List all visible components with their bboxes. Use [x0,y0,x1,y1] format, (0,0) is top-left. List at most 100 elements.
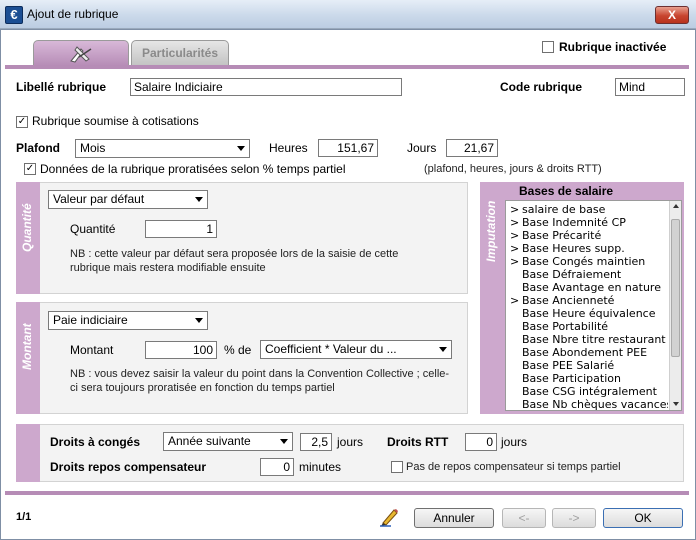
prorata-checkbox[interactable]: ✓ [24,163,36,175]
page-indicator: 1/1 [16,511,32,523]
jours-input[interactable]: 21,67 [446,139,498,157]
list-item[interactable]: > Base Ancienneté [506,294,668,307]
list-item-label: Base Défraiement [522,268,622,281]
repos-checkbox[interactable] [391,461,403,473]
repos-input[interactable]: 0 [260,458,294,476]
rtt-input[interactable]: 0 [465,433,497,451]
heures-input[interactable]: 151,67 [318,139,378,157]
list-scrollbar[interactable] [669,201,681,410]
list-item[interactable]: Base Défraiement [506,268,668,281]
pencil-icon[interactable] [378,505,400,527]
rtt-label: Droits RTT [387,435,449,449]
repos-unit: minutes [299,460,342,474]
list-item[interactable]: > salaire de base [506,203,668,216]
list-item[interactable]: Base Heure équivalence [506,307,668,320]
list-item-label: Base Nbre titre restaurant [522,333,666,346]
title-bar[interactable]: € Ajout de rubrique X [0,0,696,29]
cotisations-checkbox[interactable]: ✓ [16,116,28,128]
libelle-label: Libellé rubrique [16,80,107,94]
scroll-down-icon[interactable] [673,402,679,406]
expand-marker: > [510,229,520,242]
expand-marker: > [510,255,520,268]
montant-mode-value: Paie indiciaire [53,313,128,327]
jours-label: Jours [407,141,437,155]
general-tab-icon [70,46,92,63]
list-item-label: Base Avantage en nature [522,281,661,294]
plafond-value: Mois [80,141,106,155]
list-item-label: Base Abondement PEE [522,346,648,359]
app-icon: € [5,6,23,24]
imputation-sidebar: Imputation [480,182,504,414]
inactive-label: Rubrique inactivée [559,40,667,54]
quantite-note: NB : cette valeur par défaut sera propos… [70,248,399,274]
list-item[interactable]: Base Nbre titre restaurant [506,333,668,346]
libelle-input[interactable]: Salaire Indiciaire [130,78,402,96]
droits-sidebar [16,424,40,482]
repos-checkbox-label: Pas de repos compensateur si temps parti… [406,461,621,473]
heures-label: Heures [269,141,308,155]
montant-input[interactable]: 100 [145,341,217,359]
list-item-label: Base Nb chèques vacances [522,398,668,411]
prorata-hint: (plafond, heures, jours & droits RTT) [424,163,602,175]
list-item[interactable]: Base PEE Salarié [506,359,668,372]
code-input[interactable]: Mind [615,78,685,96]
scroll-thumb[interactable] [671,219,680,357]
pct-label: % de [224,343,252,357]
plafond-select[interactable]: Mois [75,139,250,158]
tab-underline [5,65,689,69]
footer-divider [5,491,689,495]
list-item-label: Base Ancienneté [522,294,615,307]
list-item[interactable]: > Base Indemnité CP [506,216,668,229]
list-item[interactable]: Base CSG intégralement [506,385,668,398]
repos-label: Droits repos compensateur [50,460,207,474]
previous-button[interactable]: <- [502,508,546,528]
montant-base-value: Coefficient * Valeur du ... [265,342,397,356]
quantite-input[interactable]: 1 [145,220,217,238]
list-item[interactable]: Base Portabilité [506,320,668,333]
list-item-label: Base Congés maintien [522,255,646,268]
chevron-down-icon [439,347,447,352]
list-item-label: salaire de base [522,203,606,216]
cotisations-label: Rubrique soumise à cotisations [32,114,199,128]
close-button[interactable]: X [655,6,689,24]
chevron-down-icon [195,197,203,202]
scroll-up-icon[interactable] [673,204,679,208]
conges-label: Droits à congés [50,435,141,449]
list-item-label: Base Portabilité [522,320,609,333]
quantite-mode-select[interactable]: Valeur par défaut [48,190,208,209]
list-item[interactable]: Base Nb chèques vacances [506,398,668,411]
bases-list[interactable]: > salaire de base > Base Indemnité CP > Base … [505,200,682,411]
list-item[interactable]: Base Participation [506,372,668,385]
montant-mode-select[interactable]: Paie indiciaire [48,311,208,330]
rtt-unit: jours [501,435,528,449]
conges-input[interactable]: 2,5 [300,433,332,451]
quantite-side-label: Quantité [20,203,34,252]
prorata-label: Données de la rubrique proratisées selon… [40,162,346,176]
chevron-down-icon [237,146,245,151]
conges-select[interactable]: Année suivante [163,432,293,451]
list-item[interactable]: > Base Congés maintien [506,255,668,268]
next-button[interactable]: -> [552,508,596,528]
list-item[interactable]: > Base Précarité [506,229,668,242]
tab-general[interactable] [33,40,129,66]
list-item-label: Base Heures supp. [522,242,625,255]
list-item[interactable]: Base Abondement PEE [506,346,668,359]
montant-side-label: Montant [20,323,34,370]
montant-note: NB : vous devez saisir la valeur du poin… [70,368,450,394]
montant-base-select[interactable]: Coefficient * Valeur du ... [260,340,452,359]
montant-label: Montant [70,343,114,357]
ok-button[interactable]: OK [603,508,683,528]
list-item[interactable]: > Base Heures supp. [506,242,668,255]
list-item-label: Base Indemnité CP [522,216,626,229]
list-item[interactable]: Base Avantage en nature [506,281,668,294]
chevron-down-icon [280,439,288,444]
quantite-mode-value: Valeur par défaut [53,192,145,206]
montant-sidebar: Montant [16,302,40,414]
cancel-button[interactable]: Annuler [414,508,494,528]
imputation-side-label: Imputation [484,200,498,262]
inactive-checkbox[interactable] [542,41,554,53]
conges-unit: jours [337,435,364,449]
list-item-label: Base PEE Salarié [522,359,615,372]
tab-particularites[interactable]: Particularités [131,40,229,66]
window-title: Ajout de rubrique [27,7,119,21]
